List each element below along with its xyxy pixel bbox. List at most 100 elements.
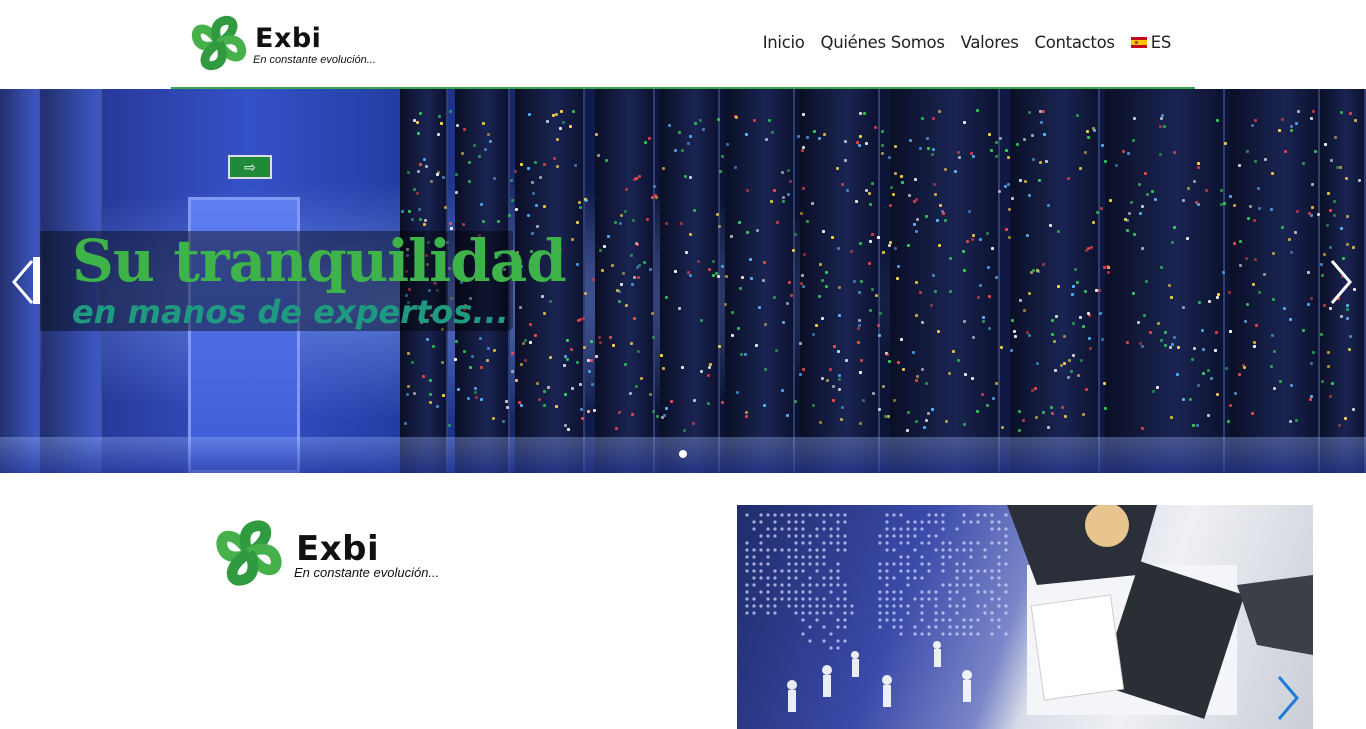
map-dot	[822, 541, 826, 545]
map-dot	[941, 520, 945, 524]
server-led	[416, 191, 420, 195]
server-led	[589, 339, 593, 343]
map-dot	[843, 590, 847, 594]
server-led	[925, 214, 929, 218]
map-dot	[780, 548, 784, 552]
map-dot	[843, 548, 847, 552]
exit-sign-icon: ⇨	[228, 155, 272, 179]
business-photo	[737, 505, 1313, 729]
map-dot	[836, 625, 840, 629]
map-dot	[878, 618, 882, 622]
map-dot	[1004, 604, 1008, 608]
server-led	[1078, 167, 1082, 171]
map-dot	[878, 590, 882, 594]
server-led	[1339, 314, 1343, 318]
server-led	[597, 335, 601, 339]
server-led	[1038, 109, 1042, 113]
server-led	[1193, 346, 1197, 350]
map-dot	[745, 562, 749, 566]
server-led	[1008, 235, 1012, 239]
map-dot	[815, 611, 819, 615]
server-led	[1253, 159, 1257, 163]
map-dot	[780, 590, 784, 594]
slide-subtitle: en manos de expertos...	[72, 293, 509, 331]
server-led	[1072, 284, 1076, 288]
server-led	[907, 243, 910, 247]
server-led	[1308, 211, 1312, 215]
server-led	[1193, 179, 1197, 183]
server-led	[1326, 192, 1330, 196]
server-led	[651, 409, 655, 413]
server-led	[625, 187, 629, 191]
map-dot	[969, 632, 973, 636]
server-led	[971, 233, 975, 237]
map-dot	[766, 611, 770, 615]
map-dot	[787, 520, 791, 524]
server-led	[915, 217, 919, 221]
server-led	[619, 283, 623, 287]
server-led	[793, 399, 797, 403]
server-led	[1343, 416, 1347, 420]
server-led	[1071, 293, 1075, 297]
map-dot	[990, 576, 994, 580]
server-led	[1246, 216, 1250, 220]
server-led	[680, 221, 684, 225]
map-dot	[829, 604, 833, 608]
server-led	[1351, 245, 1355, 249]
map-dot	[822, 527, 826, 531]
server-led	[1057, 229, 1061, 233]
photo-next-arrow-icon[interactable]	[1275, 675, 1301, 721]
server-led	[540, 295, 544, 298]
server-led	[1141, 344, 1145, 348]
nav-contactos[interactable]: Contactos	[1035, 33, 1115, 52]
map-dot	[941, 548, 945, 552]
server-led	[1320, 379, 1324, 383]
map-dot	[990, 513, 994, 517]
map-dot	[773, 534, 777, 538]
server-led	[932, 116, 936, 120]
server-led	[1053, 369, 1057, 373]
map-dot	[766, 527, 770, 531]
map-dot	[878, 611, 882, 615]
server-led	[491, 416, 495, 420]
nav-inicio[interactable]: Inicio	[763, 33, 805, 52]
map-dot	[836, 576, 840, 580]
server-led	[1013, 335, 1017, 339]
server-led	[1050, 333, 1054, 337]
map-dot	[892, 625, 896, 629]
server-led	[621, 272, 625, 275]
server-led	[938, 109, 942, 113]
map-dot	[822, 597, 826, 601]
server-led	[1025, 330, 1029, 334]
map-dot	[997, 618, 1001, 622]
server-led	[785, 301, 789, 305]
nav-quienes-somos[interactable]: Quiénes Somos	[821, 33, 945, 52]
server-led	[643, 260, 647, 264]
server-led	[1071, 353, 1075, 357]
server-led	[915, 374, 919, 378]
server-led	[772, 188, 776, 192]
server-led	[1254, 257, 1258, 261]
server-led	[1328, 245, 1332, 249]
server-led	[448, 109, 452, 113]
server-led	[527, 213, 531, 217]
server-led	[1146, 192, 1150, 196]
language-selector[interactable]: ES	[1130, 33, 1171, 52]
map-dot	[878, 541, 882, 545]
server-led	[825, 284, 829, 288]
slider-next-arrow-icon[interactable]	[1326, 259, 1356, 305]
server-led	[419, 111, 423, 115]
map-dot	[808, 541, 812, 545]
server-led	[1348, 347, 1352, 351]
map-dot	[969, 625, 973, 629]
server-led	[670, 399, 674, 403]
server-led	[918, 290, 922, 294]
map-dot	[906, 534, 910, 538]
world-map-business-image	[745, 505, 1313, 719]
header-logo[interactable]: Exbi En constante evolución...	[189, 13, 389, 75]
server-led	[685, 250, 689, 254]
server-led	[425, 337, 429, 341]
slider-dot-active[interactable]	[679, 450, 687, 458]
nav-valores[interactable]: Valores	[961, 33, 1019, 52]
server-led	[790, 293, 794, 297]
